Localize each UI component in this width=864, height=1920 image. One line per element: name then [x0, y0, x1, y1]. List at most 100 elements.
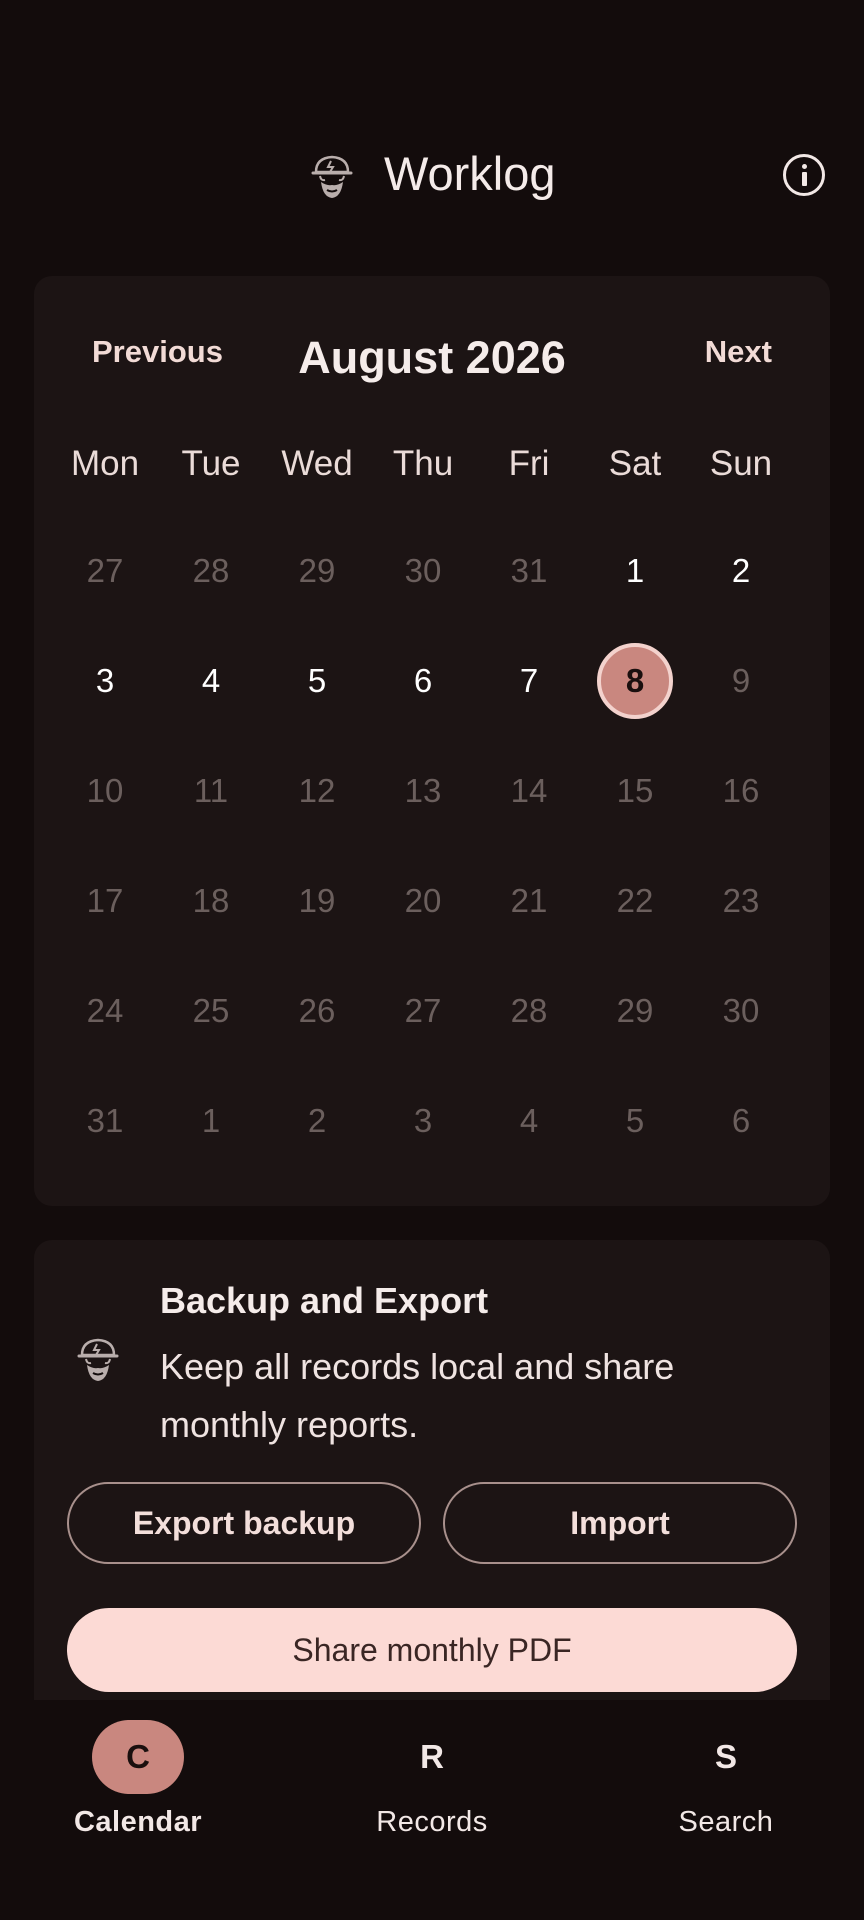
calendar-day[interactable]: 5 [264, 626, 370, 736]
calendar-day-number: 1 [201, 1102, 221, 1139]
calendar-day-number: 29 [298, 552, 336, 589]
calendar-card: Previous August 2026 Next Mon Tue Wed Th… [34, 276, 830, 1206]
weekday-label: Sun [709, 444, 773, 483]
calendar-day-number: 5 [625, 1102, 645, 1139]
calendar-day-number: 28 [192, 552, 230, 589]
calendar-day-number: 9 [731, 662, 751, 699]
calendar-day[interactable]: 22 [582, 846, 688, 956]
calendar-day-number: 15 [616, 772, 654, 809]
calendar-day[interactable]: 6 [688, 1066, 794, 1176]
calendar-day-number: 26 [298, 992, 336, 1029]
calendar-day[interactable]: 10 [52, 736, 158, 846]
calendar-day[interactable]: 31 [476, 516, 582, 626]
backup-description: Keep all records local and share monthly… [160, 1346, 675, 1445]
calendar-day-number: 31 [86, 1102, 124, 1139]
backup-export-card: Backup and Export Keep all records local… [34, 1240, 830, 1700]
calendar-day[interactable]: 27 [370, 956, 476, 1066]
next-month-button[interactable]: Next [705, 334, 772, 370]
calendar-day[interactable]: 3 [52, 626, 158, 736]
calendar-day[interactable]: 2 [264, 1066, 370, 1176]
calendar-day[interactable]: 7 [476, 626, 582, 736]
calendar-day-number: 4 [201, 662, 221, 699]
calendar-day[interactable]: 15 [582, 736, 688, 846]
nav-item-search[interactable]: S Search [616, 1700, 836, 1860]
calendar-day-number: 11 [193, 772, 229, 809]
calendar-day[interactable]: 17 [52, 846, 158, 956]
share-monthly-pdf-button[interactable]: Share monthly PDF [67, 1608, 797, 1692]
calendar-day[interactable]: 26 [264, 956, 370, 1066]
calendar-day[interactable]: 21 [476, 846, 582, 956]
calendar-day[interactable]: 4 [158, 626, 264, 736]
calendar-day[interactable]: 11 [158, 736, 264, 846]
calendar-day-number: 22 [616, 882, 654, 919]
calendar-day[interactable]: 31 [52, 1066, 158, 1176]
calendar-day-number: 3 [95, 662, 115, 699]
calendar-day[interactable]: 18 [158, 846, 264, 956]
calendar-day-number: 28 [510, 992, 548, 1029]
calendar-day-number: 21 [510, 882, 548, 919]
calendar-day[interactable]: 23 [688, 846, 794, 956]
calendar-day[interactable]: 30 [370, 516, 476, 626]
calendar-day[interactable]: 25 [158, 956, 264, 1066]
calendar-day[interactable]: 1 [158, 1066, 264, 1176]
weekday-label: Fri [508, 444, 550, 483]
weekday-header-row: Mon Tue Wed Thu Fri Sat Sun [52, 444, 794, 494]
nav-label: Calendar [73, 1806, 203, 1838]
calendar-day-number: 27 [86, 552, 124, 589]
calendar-day[interactable]: 2 [688, 516, 794, 626]
calendar-day[interactable]: 4 [476, 1066, 582, 1176]
calendar-day-number: 27 [404, 992, 442, 1029]
calendar-day[interactable]: 9 [688, 626, 794, 736]
calendar-day[interactable]: 27 [52, 516, 158, 626]
calendar-day-number: 1 [625, 552, 645, 589]
calendar-day[interactable]: 14 [476, 736, 582, 846]
calendar-day-number: 25 [192, 992, 230, 1029]
calendar-day[interactable]: 20 [370, 846, 476, 956]
calendar-day-number: 3 [413, 1102, 433, 1139]
weekday-label: Thu [392, 444, 454, 483]
nav-item-calendar[interactable]: C Calendar [28, 1700, 248, 1860]
calendar-day[interactable]: 12 [264, 736, 370, 846]
info-icon[interactable] [783, 154, 825, 196]
calendar-day-number: 16 [722, 772, 760, 809]
calendar-day-number: 7 [519, 662, 539, 699]
calendar-day-number: 18 [192, 882, 230, 919]
app-screen: Worklog Previous August 2026 Next Mon Tu… [0, 0, 864, 1920]
calendar-day-grid: 27 28 29 30 31 1 2 3 4 5 6 7 8 9 10 11 12 13 14 15 16 17 18 19 2… [52, 516, 794, 1180]
calendar-day-number: 20 [404, 882, 442, 919]
search-nav-icon: S [714, 1738, 737, 1775]
calendar-day[interactable]: 6 [370, 626, 476, 736]
calendar-day-number: 24 [86, 992, 124, 1029]
calendar-day[interactable]: 3 [370, 1066, 476, 1176]
export-backup-button[interactable]: Export backup [67, 1482, 421, 1564]
calendar-day-number: 31 [510, 552, 548, 589]
weekday-label: Sat [608, 444, 662, 483]
calendar-day-number: 4 [519, 1102, 539, 1139]
calendar-day[interactable]: 16 [688, 736, 794, 846]
calendar-day[interactable]: 28 [476, 956, 582, 1066]
calendar-day-number: 30 [404, 552, 442, 589]
calendar-day-number: 6 [731, 1102, 751, 1139]
calendar-day[interactable]: 29 [582, 956, 688, 1066]
calendar-day-number: 10 [86, 772, 124, 809]
calendar-day[interactable]: 30 [688, 956, 794, 1066]
records-nav-icon: R [420, 1738, 444, 1775]
bottom-navigation: C Calendar R Records S Search [0, 1700, 864, 1920]
calendar-day-number: 13 [404, 772, 442, 809]
import-button[interactable]: Import [443, 1482, 797, 1564]
calendar-day[interactable]: 19 [264, 846, 370, 956]
calendar-day[interactable]: 13 [370, 736, 476, 846]
calendar-day[interactable]: 5 [582, 1066, 688, 1176]
info-icon-dot [801, 164, 807, 169]
calendar-day-number: 2 [307, 1102, 327, 1139]
calendar-day[interactable]: 29 [264, 516, 370, 626]
nav-item-records[interactable]: R Records [322, 1700, 542, 1860]
calendar-day-number: 19 [298, 882, 336, 919]
calendar-day[interactable]: 24 [52, 956, 158, 1066]
calendar-day-number: 29 [616, 992, 654, 1029]
weekday-label: Mon [70, 444, 140, 483]
calendar-day-selected[interactable]: 8 [582, 626, 688, 736]
info-icon-bar [801, 172, 807, 186]
calendar-day[interactable]: 1 [582, 516, 688, 626]
calendar-day[interactable]: 28 [158, 516, 264, 626]
